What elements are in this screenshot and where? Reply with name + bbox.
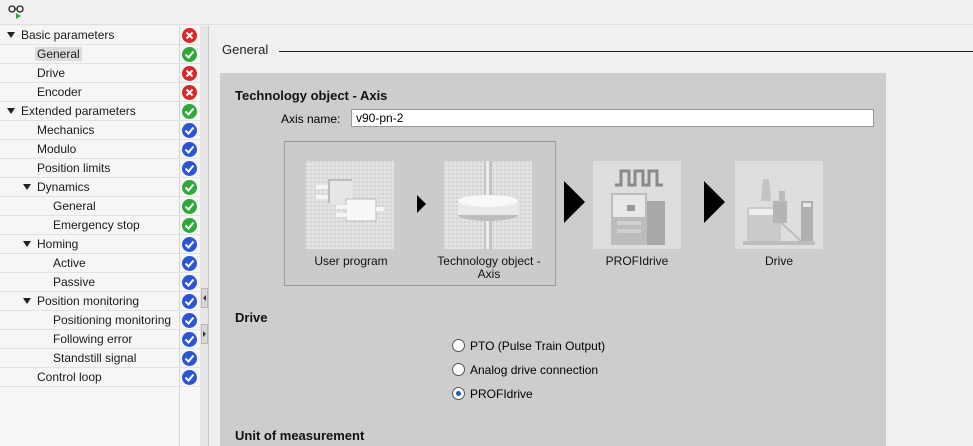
glasses-run-icon[interactable] (8, 4, 26, 20)
tree-item[interactable]: Dynamics (0, 178, 200, 197)
drive-label: Drive (764, 254, 793, 268)
toolbar (0, 0, 973, 25)
error-icon (182, 66, 197, 81)
section-divider (279, 51, 973, 52)
tree-item[interactable]: Emergency stop (0, 216, 200, 235)
expand-arrow-icon[interactable] (23, 241, 31, 247)
expand-arrow-icon[interactable] (23, 298, 31, 304)
axis-name-input[interactable] (351, 109, 874, 127)
tree-item-label: Control loop (37, 370, 102, 384)
tree-item-label: Emergency stop (53, 218, 140, 232)
radio-label: Analog drive connection (470, 363, 599, 377)
expand-right-button[interactable] (201, 324, 208, 344)
tree-item[interactable]: Homing (0, 235, 200, 254)
check-icon (182, 123, 197, 138)
tree-item-label: Passive (53, 275, 96, 289)
tree-item-label: Position monitoring (37, 294, 140, 308)
tree-item[interactable]: Modulo (0, 140, 200, 159)
tree-item[interactable]: Following error (0, 330, 200, 349)
check-icon (182, 294, 197, 309)
technology-object-icon (444, 161, 532, 249)
content-area: General Technology object - Axis Axis na… (210, 26, 973, 446)
check-icon (182, 351, 197, 366)
radio-button[interactable] (452, 363, 465, 376)
radio-button[interactable] (452, 387, 465, 400)
check-icon (182, 370, 197, 385)
expand-arrow-icon[interactable] (23, 184, 31, 190)
tree-item[interactable]: Active (0, 254, 200, 273)
tree-item-label: Drive (37, 66, 66, 80)
check-icon (182, 313, 197, 328)
parameter-tree: Basic parameters General Drive Encoder Exten… (0, 26, 200, 446)
unit-heading: Unit of measurement (235, 428, 365, 443)
tree-item[interactable]: Drive (0, 64, 200, 83)
technology-object-label: Technology object - Axis (437, 254, 541, 281)
tree-item[interactable]: Basic parameters (0, 26, 200, 45)
radio-button[interactable] (452, 339, 465, 352)
user-program-label: User program (314, 254, 388, 268)
tree-item-label: Positioning monitoring (53, 313, 172, 327)
arrow-right-icon (203, 331, 206, 337)
tree-item-label: General (35, 47, 82, 61)
tree-item-label: Modulo (37, 142, 77, 156)
profidrive-icon (593, 161, 681, 249)
tree-item-label: Position limits (37, 161, 111, 175)
arrow-to-drive-icon (704, 181, 725, 223)
check-icon (182, 332, 197, 347)
tree-item[interactable]: Extended parameters (0, 102, 200, 121)
axis-name-label: Axis name: (281, 112, 341, 126)
check-icon (182, 47, 197, 62)
tree-item-label: Dynamics (37, 180, 90, 194)
tree-item[interactable]: General (0, 45, 200, 64)
profidrive-label: PROFIdrive (605, 254, 669, 268)
panel-splitter[interactable] (200, 26, 209, 446)
check-icon (182, 237, 197, 252)
tree-item[interactable]: Position monitoring (0, 292, 200, 311)
expand-arrow-icon[interactable] (7, 108, 15, 114)
check-icon (182, 256, 197, 271)
arrow-left-icon (203, 295, 206, 301)
check-icon (182, 218, 197, 233)
tree-item[interactable]: Encoder (0, 83, 200, 102)
collapse-left-button[interactable] (201, 288, 208, 308)
tree-item[interactable]: Standstill signal (0, 349, 200, 368)
check-icon (182, 161, 197, 176)
tree-item[interactable]: Passive (0, 273, 200, 292)
check-icon (182, 275, 197, 290)
tree-item[interactable]: General (0, 197, 200, 216)
arrow-to-profidrive-icon (564, 181, 585, 223)
tree-item-label: Standstill signal (53, 351, 137, 365)
drive-heading: Drive (235, 310, 268, 325)
tree-item[interactable]: Control loop (0, 368, 200, 387)
tree-item-label: Active (53, 256, 86, 270)
check-icon (182, 104, 197, 119)
tree-item-label: Homing (37, 237, 79, 251)
check-icon (182, 180, 197, 195)
check-icon (182, 142, 197, 157)
expand-arrow-icon[interactable] (7, 32, 15, 38)
error-icon (182, 85, 197, 100)
error-icon (182, 28, 197, 43)
tree-item-label: Extended parameters (21, 104, 136, 118)
tree-item[interactable]: Position limits (0, 159, 200, 178)
settings-panel: Technology object - Axis Axis name: v90-… (220, 73, 886, 446)
tree-item[interactable]: Mechanics (0, 121, 200, 140)
technology-object-heading: Technology object - Axis (235, 88, 388, 103)
tree-item[interactable]: Positioning monitoring (0, 311, 200, 330)
radio-label: PROFIdrive (470, 387, 533, 401)
tree-item-label: General (53, 199, 96, 213)
small-arrow-icon (417, 195, 426, 213)
check-icon (182, 199, 197, 214)
tree-item-label: Encoder (37, 85, 82, 99)
radio-label: PTO (Pulse Train Output) (470, 339, 606, 353)
section-title: General (222, 42, 269, 57)
user-program-icon (306, 161, 394, 249)
tree-item-label: Following error (53, 332, 133, 346)
tree-item-label: Mechanics (37, 123, 95, 137)
drive-icon (735, 161, 823, 249)
tree-item-label: Basic parameters (21, 28, 115, 42)
